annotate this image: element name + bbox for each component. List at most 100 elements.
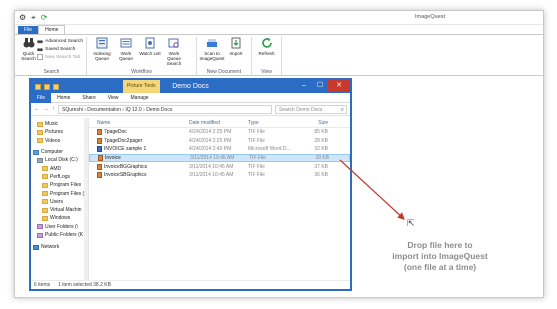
workflow-group-label: Workflow (131, 69, 152, 75)
back-icon[interactable]: ← (34, 106, 40, 112)
file-name: 7pageDoc (104, 129, 127, 136)
column-size[interactable]: Size (300, 120, 332, 126)
close-icon[interactable]: ✕ (328, 80, 350, 91)
nav-item-music[interactable]: Music (31, 120, 88, 128)
file-row[interactable]: InvoiceSBGraphics 3/11/2014 10:45 AM TIF… (89, 171, 350, 180)
nav-label: PerfLogs (50, 173, 71, 180)
nav-item-computer[interactable]: Computer (31, 148, 88, 156)
nav-item-network[interactable]: Network (31, 243, 88, 251)
nav-item-users[interactable]: Users (31, 198, 88, 206)
file-type: TIF File (249, 155, 266, 162)
drop-hint-line: (one file at a time) (403, 262, 477, 272)
tab-view[interactable]: View (102, 95, 125, 101)
folder-icon (42, 166, 48, 172)
tif-file-icon (97, 129, 102, 136)
column-type[interactable]: Type (248, 120, 300, 126)
nav-label: Windows (50, 215, 71, 222)
tab-home[interactable]: Home (38, 25, 66, 34)
search-group-label: Search (43, 69, 60, 75)
new-document-group: Scan to ImageQuest Import New Document (197, 37, 252, 75)
nav-item-perflogs[interactable]: PerfLogs (31, 173, 88, 181)
view-group-label: View (261, 69, 272, 75)
nav-label: Users (50, 198, 64, 205)
file-row[interactable]: InvoiceBGGraphics 3/11/2014 10:45 AM TIF… (89, 162, 350, 171)
nav-item-user-folders[interactable]: User Folders (\ (31, 223, 88, 231)
tab-share[interactable]: Share (76, 95, 101, 101)
file-row[interactable]: INVOICE sample 1 4/24/2014 2:40 PM Micro… (89, 145, 350, 154)
nav-label: Virtual Machin (50, 207, 82, 214)
quick-search-label: Quick Search (21, 51, 36, 61)
file-size: 39 KB (315, 155, 329, 162)
nav-label: Program Files (50, 182, 82, 189)
nav-item-amd[interactable]: AMD (31, 164, 88, 172)
work-queue-search-icon (168, 38, 179, 48)
tif-file-icon (97, 137, 102, 144)
videos-folder-icon (37, 138, 43, 144)
nav-label: Videos (45, 137, 61, 144)
file-type: TIF File (248, 172, 265, 179)
window-controls: – ☐ ✕ (296, 80, 350, 91)
column-name[interactable]: Name (89, 120, 189, 126)
app-title: ImageQuest (415, 14, 445, 20)
network-drive-icon (37, 224, 43, 230)
minimize-icon[interactable]: – (296, 80, 312, 91)
file-row-selected[interactable]: Invoice 3/11/2014 10:45 AM TIF File 39 K… (89, 153, 350, 163)
address-bar[interactable]: SQureshi › Documentation › IQ 12.0 › Dem… (58, 104, 272, 114)
saved-search-button[interactable]: Saved Search (37, 46, 83, 52)
nav-item-windows[interactable]: Windows (31, 214, 88, 222)
tab-file[interactable]: File (31, 92, 52, 103)
file-name: InvoiceSBGraphics (104, 172, 147, 179)
forward-icon[interactable]: → (43, 106, 49, 112)
file-size: 28 KB (314, 137, 328, 144)
nav-item-local-disk[interactable]: Local Disk (C:) (31, 156, 88, 164)
drive-icon (37, 157, 43, 163)
nav-item-public-folders[interactable]: Public Folders (K (31, 231, 88, 239)
up-icon[interactable]: ↑ (52, 106, 55, 112)
nav-label: Program Files ( (50, 190, 85, 197)
view-group: Refresh View (252, 37, 282, 75)
new-search-tab-label: New Search Tab (45, 54, 81, 60)
word-file-icon (97, 146, 102, 153)
folder-icon (42, 174, 48, 180)
nav-item-program-files-x86[interactable]: Program Files ( (31, 189, 88, 197)
tab-manage[interactable]: Manage (125, 95, 155, 101)
search-placeholder: Search Demo Docs (279, 106, 323, 113)
nav-item-pictures[interactable]: Pictures (31, 128, 88, 136)
tab-file[interactable]: File (18, 26, 39, 34)
new-search-tab-button[interactable]: New Search Tab (37, 54, 83, 60)
drop-zone-hint: Drop file here to import into ImageQuest… (370, 240, 510, 273)
search-group: Quick Search Advanced Search Saved Searc… (17, 37, 87, 75)
file-type: TIF File (248, 163, 265, 170)
nav-label: AMD (50, 165, 62, 172)
nav-label: Local Disk (C:) (45, 157, 78, 164)
tif-file-icon (98, 155, 103, 162)
folder-icon (42, 215, 48, 221)
file-list-header: Name Date modified Type Size (89, 118, 350, 128)
nav-item-virtual-machines[interactable]: Virtual Machin (31, 206, 88, 214)
workflow-group: Indexing Queue Work Queue Watch List Wor… (87, 37, 197, 75)
import-icon (231, 37, 241, 49)
explorer-ribbon-tabs: File Home Share View Manage (31, 92, 350, 103)
indexing-queue-label: Indexing Queue (93, 51, 111, 61)
saved-search-label: Saved Search (45, 46, 76, 52)
new-tab-icon (37, 54, 44, 60)
nav-item-videos[interactable]: Videos (31, 137, 88, 145)
file-type: TIF File (248, 137, 265, 144)
advanced-search-button[interactable]: Advanced Search (37, 38, 83, 44)
tab-home[interactable]: Home (51, 95, 76, 101)
refresh-icon (261, 38, 272, 48)
file-date: 3/11/2014 10:45 AM (190, 155, 235, 162)
refresh-label: Refresh (258, 51, 275, 56)
column-date-modified[interactable]: Date modified (189, 120, 248, 126)
work-queue-icon (120, 38, 132, 48)
nav-item-program-files[interactable]: Program Files (31, 181, 88, 189)
file-date: 4/24/2014 2:25 PM (189, 137, 232, 144)
search-input[interactable]: Search Demo Docs ⌕ (275, 104, 347, 114)
tif-file-icon (97, 163, 102, 170)
file-row[interactable]: 7pageDoc2pager 4/24/2014 2:25 PM TIF Fil… (89, 137, 350, 146)
file-size: 85 KB (314, 129, 328, 136)
file-row[interactable]: 7pageDoc 4/24/2014 2:25 PM TIF File 85 K… (89, 128, 350, 137)
nav-label: Network (41, 244, 60, 251)
nav-scrollbar[interactable] (84, 118, 88, 280)
maximize-icon[interactable]: ☐ (312, 80, 328, 91)
